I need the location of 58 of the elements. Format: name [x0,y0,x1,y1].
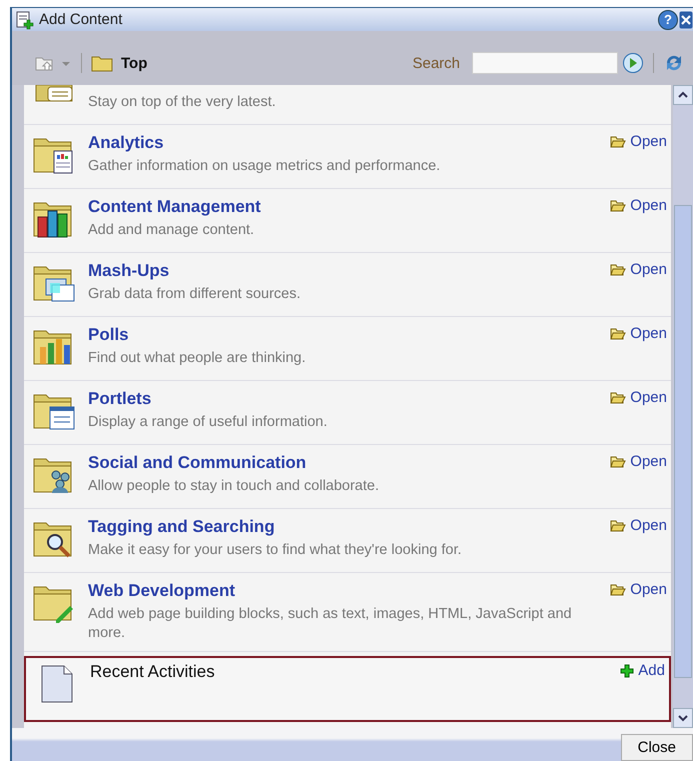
folder-icon [610,136,626,148]
item-description: Add and manage content. [88,221,256,240]
open-link[interactable]: Open [610,453,667,470]
item-description: Add web page building blocks, such as text, images, HTML, JavaScript and more. [88,605,573,643]
search-field[interactable] [472,52,618,74]
folder-icon [610,456,626,468]
add-link[interactable]: Add [620,662,665,679]
help-button[interactable]: ? [658,10,678,30]
open-link[interactable]: Open [610,517,667,534]
folder-icon [610,584,626,596]
go-icon[interactable] [622,52,644,74]
item-description: Stay on top of the very latest. [88,93,277,112]
content-item[interactable]: Recent Activities Add [24,656,671,722]
open-link[interactable]: Open [610,261,667,278]
item-title: Analytics [88,133,165,153]
content-item[interactable]: Polls Find out what people are thinking. Open [24,317,671,381]
close-icon[interactable] [679,10,693,30]
item-title: Content Management [88,197,262,217]
item-description: Display a range of useful information. [88,413,328,432]
item-description: Grab data from different sources. [88,285,302,304]
content-item[interactable]: Analytics Gather information on usage metrics and performance. Open [24,125,671,189]
folder-icon [610,328,626,340]
open-link[interactable]: Open [610,133,667,150]
scroll-down-icon[interactable] [677,713,689,723]
search-label: Search [412,54,460,72]
item-title: Social and Communication [88,453,308,473]
item-description: Allow people to stay in touch and collaborate. [88,477,380,496]
content-item[interactable]: Tagging and Searching Make it easy for your users to find what they're looking for. Open [24,509,671,573]
window-title: Add Content [39,11,122,28]
item-description: Find out what people are thinking. [88,349,307,368]
scrollbar[interactable] [673,85,693,728]
item-title: Tagging and Searching [88,517,276,537]
item-title: Web Development [88,581,236,601]
item-title: Polls [88,325,130,345]
content-item[interactable]: Portlets Display a range of useful information. Open [24,381,671,445]
open-link[interactable]: Open [610,325,667,342]
content-item[interactable]: Content Management Add and manage content. Open [24,189,671,253]
open-link[interactable]: Open [610,197,667,214]
close-button[interactable]: Close [620,734,693,761]
item-description: Gather information on usage metrics and performance. [88,157,442,176]
folder-icon [610,200,626,212]
scroll-up-icon[interactable] [677,90,689,100]
plus-icon [620,664,634,678]
content-item[interactable]: Web Development Add web page building blocks, such as text, images, HTML, JavaScript and more. Open [24,573,671,652]
folder-icon [610,264,626,276]
add-page-icon [15,10,35,30]
item-title: Mash-Ups [88,261,170,281]
item-title: Recent Activities [90,662,216,682]
location-label[interactable]: Top [121,54,148,72]
folder-icon [91,54,113,72]
content-item[interactable]: Mash-Ups Grab data from different sources. Open [24,253,671,317]
folder-icon [610,520,626,532]
open-link[interactable]: Open [610,389,667,406]
item-title: Portlets [88,389,152,409]
open-link[interactable]: Open [610,581,667,598]
folder-icon [610,392,626,404]
item-description: Make it easy for your users to find what they're looking for. [88,541,463,560]
content-item[interactable]: Social and Communication Allow people to stay in touch and collaborate. Open [24,445,671,509]
